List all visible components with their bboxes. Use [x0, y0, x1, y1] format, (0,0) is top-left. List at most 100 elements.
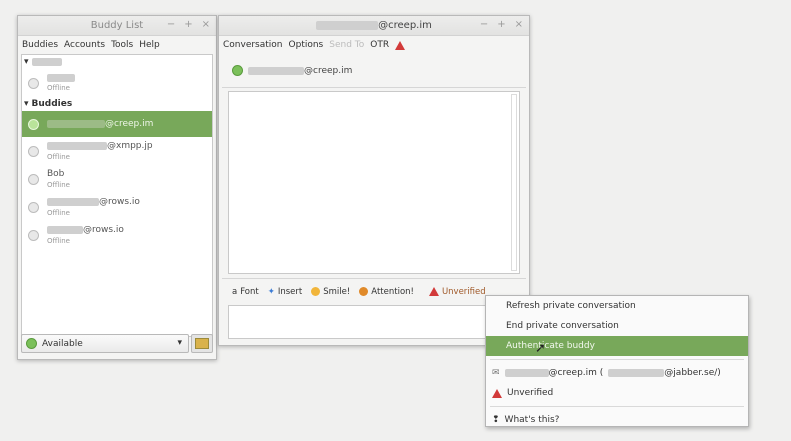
history-scrollbar[interactable]: [511, 94, 517, 271]
offline-status-icon: [28, 77, 39, 89]
offline-status-icon: [28, 229, 39, 241]
redacted-name: [47, 120, 105, 128]
maximize-button[interactable]: +: [497, 19, 505, 30]
menu-help[interactable]: Help: [139, 40, 160, 50]
online-status-icon: [232, 65, 243, 76]
group-label: Buddies: [31, 99, 73, 109]
buddy-list-titlebar[interactable]: Buddy List − + ×: [18, 16, 216, 36]
group-header-buddies[interactable]: ▾ Buddies: [22, 97, 212, 111]
font-button[interactable]: a Font: [232, 287, 259, 297]
menu-item-authenticate-buddy[interactable]: Authenticate buddy: [486, 336, 748, 356]
unverified-label: Unverified: [507, 388, 554, 398]
smiley-icon: [311, 287, 321, 296]
conversation-menubar: Conversation Options Send To OTR: [219, 36, 529, 54]
mouse-cursor-icon: ➚: [535, 341, 546, 356]
online-status-icon: [28, 118, 39, 130]
smile-button[interactable]: Smile!: [311, 287, 350, 297]
buddy-tree[interactable]: ▾ Offline ▾ Buddies @creep.im @xmpp.jp O…: [21, 54, 213, 337]
list-item[interactable]: @xmpp.jp Offline: [22, 137, 212, 165]
menu-send-to: Send To: [329, 40, 365, 50]
conversation-title: @creep.im: [378, 20, 432, 31]
menu-item-end-private[interactable]: End private conversation: [486, 316, 748, 336]
menu-item-label: End private conversation: [506, 321, 619, 331]
help-icon: ❢: [492, 415, 500, 425]
unverified-icon: [492, 388, 502, 398]
list-item[interactable]: Bob Offline: [22, 165, 212, 193]
list-item[interactable]: @rows.io Offline: [22, 193, 212, 221]
menu-buddies[interactable]: Buddies: [22, 40, 58, 50]
buddy-status: Offline: [47, 237, 70, 245]
menu-item-label: Refresh private conversation: [506, 301, 636, 311]
menu-item-label: Authenticate buddy: [506, 341, 595, 351]
expand-arrow-icon[interactable]: ▾: [24, 57, 29, 67]
buddy-list-title: Buddy List: [90, 20, 144, 31]
font-label: Font: [240, 286, 259, 297]
minimize-button[interactable]: −: [167, 19, 175, 30]
font-icon: a: [232, 286, 238, 297]
chevron-down-icon: ▾: [177, 338, 182, 348]
conversation-titlebar[interactable]: @creep.im − + ×: [219, 16, 529, 36]
buddy-name: Bob: [47, 169, 65, 179]
menu-otr[interactable]: OTR: [370, 40, 389, 50]
list-item[interactable]: Offline: [22, 69, 212, 97]
smile-label: Smile!: [323, 286, 351, 297]
menu-tools[interactable]: Tools: [111, 40, 133, 50]
maximize-button[interactable]: +: [184, 19, 192, 30]
offline-status-icon: [28, 173, 39, 185]
account-icon: ✉: [492, 368, 500, 378]
insert-label: Insert: [277, 286, 303, 297]
otr-warning-icon[interactable]: [395, 40, 406, 50]
close-button[interactable]: ×: [515, 19, 523, 30]
menu-accounts[interactable]: Accounts: [64, 40, 105, 50]
redacted-account: [504, 369, 549, 377]
redacted-name: [47, 226, 83, 234]
buddy-status: Offline: [47, 181, 70, 189]
format-toolbar: a Font ✦ Insert Smile! Attention! Unverifi…: [222, 278, 526, 304]
buddy-status: Offline: [47, 84, 70, 92]
contact-name: @creep.im: [304, 65, 353, 76]
menu-separator: [490, 406, 744, 407]
menu-item-account[interactable]: ✉ @creep.im ( @jabber.se/): [486, 363, 748, 383]
attention-icon: [359, 287, 369, 296]
insert-icon: ✦: [267, 286, 275, 297]
buddy-list-menubar: Buddies Accounts Tools Help: [18, 36, 216, 54]
redacted-group-name: [31, 58, 62, 66]
buddy-name: @rows.io: [99, 197, 140, 207]
message-input[interactable]: [228, 305, 520, 339]
attention-button[interactable]: Attention!: [359, 287, 414, 297]
account-label: @creep.im (: [548, 368, 604, 378]
otr-status-button[interactable]: Unverified: [428, 286, 486, 297]
menu-item-refresh-private[interactable]: Refresh private conversation: [486, 296, 748, 316]
redacted-name: [47, 142, 107, 150]
unverified-icon: [428, 287, 439, 296]
window-controls: − + ×: [167, 19, 210, 30]
otr-popup-menu: Refresh private conversation End private…: [485, 295, 749, 427]
conversation-window: @creep.im − + × Conversation Options Sen…: [218, 15, 530, 346]
menu-item-whats-this[interactable]: ❢ What's this?: [486, 410, 748, 430]
minimize-button[interactable]: −: [480, 19, 488, 30]
close-button[interactable]: ×: [202, 19, 210, 30]
buddy-list-window: Buddy List − + × Buddies Accounts Tools …: [17, 15, 217, 360]
status-label: Available: [42, 338, 83, 349]
redacted-jid: [608, 369, 665, 377]
group-header-redacted[interactable]: ▾: [22, 55, 212, 69]
contact-header: @creep.im: [222, 54, 526, 88]
expand-arrow-icon[interactable]: ▾: [24, 99, 29, 109]
help-label: What's this?: [504, 415, 560, 425]
buddy-name: @rows.io: [83, 225, 124, 235]
menu-conversation[interactable]: Conversation: [223, 40, 283, 50]
otr-status-label: Unverified: [441, 286, 486, 297]
insert-button[interactable]: ✦ Insert: [268, 287, 303, 297]
offline-status-icon: [28, 201, 39, 213]
attention-label: Attention!: [371, 286, 414, 297]
conversation-history[interactable]: [228, 91, 520, 274]
status-message-icon: [195, 338, 209, 349]
menu-options[interactable]: Options: [289, 40, 324, 50]
status-selector[interactable]: Available ▾: [21, 334, 189, 353]
menu-separator: [490, 359, 744, 360]
list-item[interactable]: @rows.io Offline: [22, 221, 212, 249]
list-item-selected[interactable]: @creep.im: [22, 111, 212, 137]
menu-item-unverified[interactable]: Unverified: [486, 383, 748, 403]
status-message-button[interactable]: [191, 334, 213, 353]
redacted-title: [316, 20, 379, 30]
